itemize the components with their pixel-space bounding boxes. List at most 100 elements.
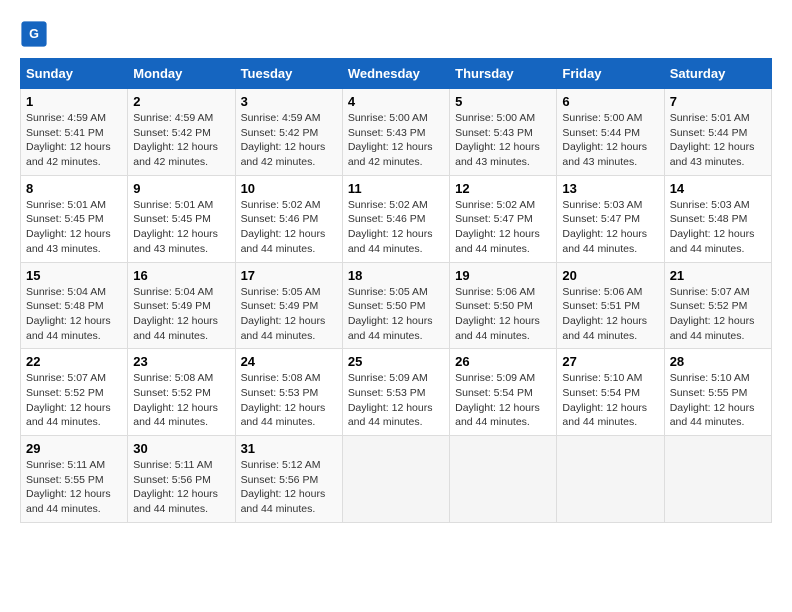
header-day: Thursday <box>450 59 557 89</box>
day-info: Sunrise: 5:03 AMSunset: 5:47 PMDaylight:… <box>562 199 647 255</box>
day-info: Sunrise: 5:04 AMSunset: 5:48 PMDaylight:… <box>26 286 111 342</box>
day-info: Sunrise: 5:05 AMSunset: 5:50 PMDaylight:… <box>348 286 433 342</box>
calendar-day-cell: 10 Sunrise: 5:02 AMSunset: 5:46 PMDaylig… <box>235 175 342 262</box>
calendar-week-row: 8 Sunrise: 5:01 AMSunset: 5:45 PMDayligh… <box>21 175 772 262</box>
calendar-day-cell: 6 Sunrise: 5:00 AMSunset: 5:44 PMDayligh… <box>557 89 664 176</box>
day-number: 28 <box>670 354 766 369</box>
calendar-day-cell: 14 Sunrise: 5:03 AMSunset: 5:48 PMDaylig… <box>664 175 771 262</box>
day-info: Sunrise: 5:00 AMSunset: 5:43 PMDaylight:… <box>348 112 433 168</box>
day-number: 13 <box>562 181 658 196</box>
calendar-day-cell: 13 Sunrise: 5:03 AMSunset: 5:47 PMDaylig… <box>557 175 664 262</box>
day-number: 16 <box>133 268 229 283</box>
header-row: SundayMondayTuesdayWednesdayThursdayFrid… <box>21 59 772 89</box>
day-number: 19 <box>455 268 551 283</box>
day-info: Sunrise: 5:00 AMSunset: 5:44 PMDaylight:… <box>562 112 647 168</box>
calendar-day-cell: 7 Sunrise: 5:01 AMSunset: 5:44 PMDayligh… <box>664 89 771 176</box>
calendar-day-cell: 17 Sunrise: 5:05 AMSunset: 5:49 PMDaylig… <box>235 262 342 349</box>
day-info: Sunrise: 5:10 AMSunset: 5:55 PMDaylight:… <box>670 372 755 428</box>
day-number: 23 <box>133 354 229 369</box>
calendar-day-cell: 25 Sunrise: 5:09 AMSunset: 5:53 PMDaylig… <box>342 349 449 436</box>
calendar-day-cell: 11 Sunrise: 5:02 AMSunset: 5:46 PMDaylig… <box>342 175 449 262</box>
day-info: Sunrise: 5:02 AMSunset: 5:46 PMDaylight:… <box>241 199 326 255</box>
calendar-day-cell: 31 Sunrise: 5:12 AMSunset: 5:56 PMDaylig… <box>235 436 342 523</box>
day-number: 31 <box>241 441 337 456</box>
calendar-day-cell: 26 Sunrise: 5:09 AMSunset: 5:54 PMDaylig… <box>450 349 557 436</box>
day-info: Sunrise: 5:04 AMSunset: 5:49 PMDaylight:… <box>133 286 218 342</box>
calendar-day-cell <box>342 436 449 523</box>
calendar-day-cell: 19 Sunrise: 5:06 AMSunset: 5:50 PMDaylig… <box>450 262 557 349</box>
day-info: Sunrise: 5:10 AMSunset: 5:54 PMDaylight:… <box>562 372 647 428</box>
calendar-day-cell: 15 Sunrise: 5:04 AMSunset: 5:48 PMDaylig… <box>21 262 128 349</box>
calendar-day-cell <box>664 436 771 523</box>
day-number: 24 <box>241 354 337 369</box>
day-info: Sunrise: 5:11 AMSunset: 5:55 PMDaylight:… <box>26 459 111 515</box>
calendar-day-cell: 30 Sunrise: 5:11 AMSunset: 5:56 PMDaylig… <box>128 436 235 523</box>
day-number: 8 <box>26 181 122 196</box>
day-number: 22 <box>26 354 122 369</box>
calendar-week-row: 1 Sunrise: 4:59 AMSunset: 5:41 PMDayligh… <box>21 89 772 176</box>
day-info: Sunrise: 5:09 AMSunset: 5:54 PMDaylight:… <box>455 372 540 428</box>
day-number: 1 <box>26 94 122 109</box>
calendar-day-cell: 22 Sunrise: 5:07 AMSunset: 5:52 PMDaylig… <box>21 349 128 436</box>
day-info: Sunrise: 5:05 AMSunset: 5:49 PMDaylight:… <box>241 286 326 342</box>
day-info: Sunrise: 5:09 AMSunset: 5:53 PMDaylight:… <box>348 372 433 428</box>
calendar-day-cell: 20 Sunrise: 5:06 AMSunset: 5:51 PMDaylig… <box>557 262 664 349</box>
day-number: 27 <box>562 354 658 369</box>
calendar-day-cell: 3 Sunrise: 4:59 AMSunset: 5:42 PMDayligh… <box>235 89 342 176</box>
day-number: 7 <box>670 94 766 109</box>
calendar-day-cell <box>557 436 664 523</box>
calendar-body: 1 Sunrise: 4:59 AMSunset: 5:41 PMDayligh… <box>21 89 772 523</box>
day-number: 25 <box>348 354 444 369</box>
header-day: Monday <box>128 59 235 89</box>
calendar-day-cell <box>450 436 557 523</box>
header-day: Tuesday <box>235 59 342 89</box>
calendar-day-cell: 8 Sunrise: 5:01 AMSunset: 5:45 PMDayligh… <box>21 175 128 262</box>
calendar-day-cell: 4 Sunrise: 5:00 AMSunset: 5:43 PMDayligh… <box>342 89 449 176</box>
header-day: Wednesday <box>342 59 449 89</box>
day-info: Sunrise: 5:02 AMSunset: 5:47 PMDaylight:… <box>455 199 540 255</box>
day-number: 17 <box>241 268 337 283</box>
day-info: Sunrise: 4:59 AMSunset: 5:41 PMDaylight:… <box>26 112 111 168</box>
day-info: Sunrise: 5:06 AMSunset: 5:51 PMDaylight:… <box>562 286 647 342</box>
day-info: Sunrise: 5:01 AMSunset: 5:44 PMDaylight:… <box>670 112 755 168</box>
day-info: Sunrise: 4:59 AMSunset: 5:42 PMDaylight:… <box>241 112 326 168</box>
calendar-table: SundayMondayTuesdayWednesdayThursdayFrid… <box>20 58 772 523</box>
svg-text:G: G <box>29 27 39 41</box>
day-info: Sunrise: 5:01 AMSunset: 5:45 PMDaylight:… <box>133 199 218 255</box>
header-day: Saturday <box>664 59 771 89</box>
calendar-day-cell: 12 Sunrise: 5:02 AMSunset: 5:47 PMDaylig… <box>450 175 557 262</box>
calendar-day-cell: 2 Sunrise: 4:59 AMSunset: 5:42 PMDayligh… <box>128 89 235 176</box>
calendar-day-cell: 24 Sunrise: 5:08 AMSunset: 5:53 PMDaylig… <box>235 349 342 436</box>
logo: G <box>20 20 52 48</box>
header-day: Friday <box>557 59 664 89</box>
calendar-week-row: 22 Sunrise: 5:07 AMSunset: 5:52 PMDaylig… <box>21 349 772 436</box>
day-number: 18 <box>348 268 444 283</box>
calendar-day-cell: 1 Sunrise: 4:59 AMSunset: 5:41 PMDayligh… <box>21 89 128 176</box>
day-info: Sunrise: 5:03 AMSunset: 5:48 PMDaylight:… <box>670 199 755 255</box>
day-number: 3 <box>241 94 337 109</box>
day-info: Sunrise: 5:06 AMSunset: 5:50 PMDaylight:… <box>455 286 540 342</box>
day-number: 5 <box>455 94 551 109</box>
calendar-day-cell: 29 Sunrise: 5:11 AMSunset: 5:55 PMDaylig… <box>21 436 128 523</box>
day-number: 4 <box>348 94 444 109</box>
day-info: Sunrise: 5:08 AMSunset: 5:53 PMDaylight:… <box>241 372 326 428</box>
day-number: 29 <box>26 441 122 456</box>
day-info: Sunrise: 4:59 AMSunset: 5:42 PMDaylight:… <box>133 112 218 168</box>
day-number: 30 <box>133 441 229 456</box>
logo-icon: G <box>20 20 48 48</box>
day-info: Sunrise: 5:07 AMSunset: 5:52 PMDaylight:… <box>26 372 111 428</box>
day-number: 12 <box>455 181 551 196</box>
day-number: 20 <box>562 268 658 283</box>
day-info: Sunrise: 5:07 AMSunset: 5:52 PMDaylight:… <box>670 286 755 342</box>
day-info: Sunrise: 5:00 AMSunset: 5:43 PMDaylight:… <box>455 112 540 168</box>
calendar-day-cell: 28 Sunrise: 5:10 AMSunset: 5:55 PMDaylig… <box>664 349 771 436</box>
day-number: 2 <box>133 94 229 109</box>
calendar-day-cell: 16 Sunrise: 5:04 AMSunset: 5:49 PMDaylig… <box>128 262 235 349</box>
day-number: 15 <box>26 268 122 283</box>
calendar-week-row: 29 Sunrise: 5:11 AMSunset: 5:55 PMDaylig… <box>21 436 772 523</box>
calendar-day-cell: 23 Sunrise: 5:08 AMSunset: 5:52 PMDaylig… <box>128 349 235 436</box>
day-number: 10 <box>241 181 337 196</box>
day-number: 6 <box>562 94 658 109</box>
day-number: 11 <box>348 181 444 196</box>
calendar-header: SundayMondayTuesdayWednesdayThursdayFrid… <box>21 59 772 89</box>
